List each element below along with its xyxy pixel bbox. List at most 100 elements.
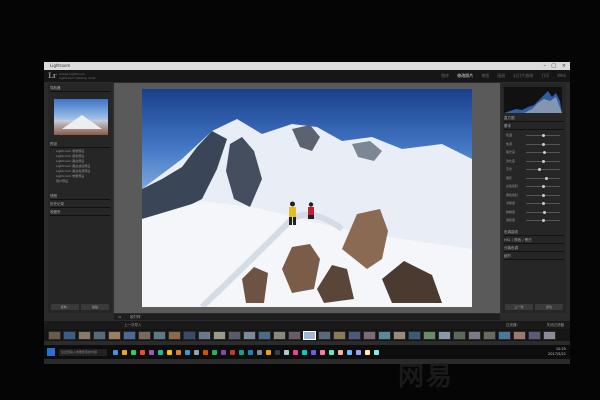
slider-knob[interactable]: [541, 193, 545, 197]
taskbar-app-icon[interactable]: [329, 349, 334, 355]
navigator-preview[interactable]: [54, 99, 108, 135]
slider-knob[interactable]: [543, 151, 547, 154]
filmstrip-thumbnail[interactable]: [528, 330, 541, 340]
filmstrip-thumbnail[interactable]: [273, 330, 286, 340]
taskbar-app-icon[interactable]: [302, 349, 307, 355]
module-web[interactable]: Web: [557, 73, 566, 79]
taskbar-app-icon[interactable]: [257, 349, 262, 355]
filmstrip-thumbnail[interactable]: [48, 330, 61, 340]
histogram[interactable]: [504, 87, 562, 113]
main-photo[interactable]: [142, 89, 472, 307]
taskbar-app-icon[interactable]: [275, 349, 280, 355]
slider-knob[interactable]: [543, 210, 547, 214]
slider-row[interactable]: 清晰度: [506, 201, 562, 206]
split-toning-header[interactable]: 分离色调: [504, 245, 564, 252]
taskbar-app-icon[interactable]: [248, 349, 253, 355]
filmstrip-thumbnail[interactable]: [288, 330, 301, 340]
filmstrip-source[interactable]: 上一次导入: [124, 321, 142, 329]
filmstrip-thumbnail[interactable]: [378, 330, 391, 340]
slider-knob[interactable]: [541, 185, 545, 188]
snapshots-header[interactable]: 快照: [50, 193, 110, 200]
previous-button[interactable]: 上一张: [505, 304, 533, 310]
module-library[interactable]: 图库: [441, 73, 449, 79]
filmstrip[interactable]: [44, 329, 570, 341]
slider-knob[interactable]: [541, 142, 545, 146]
filmstrip-thumbnail[interactable]: [438, 330, 451, 340]
slider-row[interactable]: 曝光度: [506, 150, 562, 155]
taskbar-app-icon[interactable]: [149, 349, 154, 355]
taskbar-app-icon[interactable]: [131, 349, 136, 355]
slider-knob[interactable]: [538, 168, 542, 171]
module-slideshow[interactable]: 幻灯片放映: [513, 73, 533, 79]
taskbar-app-icon[interactable]: [113, 349, 118, 355]
taskbar-app-icon[interactable]: [374, 349, 379, 355]
taskbar-app-icon[interactable]: [266, 349, 271, 355]
filmstrip-thumbnail[interactable]: [333, 330, 346, 340]
slider-track[interactable]: [526, 176, 560, 180]
slider-knob[interactable]: [541, 134, 545, 137]
slider-row[interactable]: 高光: [506, 167, 562, 172]
slider-row[interactable]: 黑色色阶: [506, 193, 562, 198]
filmstrip-thumbnail[interactable]: [408, 330, 421, 340]
slider-knob[interactable]: [541, 159, 545, 163]
filmstrip-thumbnail[interactable]: [213, 330, 226, 340]
filmstrip-thumbnail[interactable]: [123, 330, 136, 340]
filmstrip-thumbnail[interactable]: [483, 330, 496, 340]
filmstrip-thumbnail[interactable]: [78, 330, 91, 340]
slider-row[interactable]: 色调: [506, 142, 562, 147]
slider-track[interactable]: [526, 202, 560, 205]
taskbar-app-icon[interactable]: [356, 349, 361, 355]
detail-header[interactable]: 细节: [504, 253, 564, 260]
tone-curve-header[interactable]: 色调曲线: [504, 229, 564, 236]
module-develop[interactable]: 修改照片: [457, 73, 473, 79]
taskbar-clock[interactable]: 10:25 2017/5/21: [548, 347, 566, 357]
filmstrip-thumbnail[interactable]: [138, 330, 151, 340]
filmstrip-thumbnail[interactable]: [453, 330, 466, 340]
slider-row[interactable]: 色温: [506, 133, 562, 138]
slider-track[interactable]: [526, 134, 560, 137]
presets-header[interactable]: 预设: [50, 141, 110, 148]
taskbar-app-icon[interactable]: [194, 349, 199, 355]
basic-header[interactable]: 基本: [504, 123, 564, 130]
slider-track[interactable]: [526, 210, 560, 214]
maximize-button[interactable]: □: [551, 62, 556, 70]
history-header[interactable]: 历史记录: [50, 201, 110, 208]
taskbar-app-icon[interactable]: [365, 349, 370, 355]
filmstrip-thumbnail[interactable]: [468, 330, 481, 340]
slider-knob[interactable]: [544, 176, 548, 180]
filmstrip-thumbnail[interactable]: [198, 330, 211, 340]
slider-knob[interactable]: [541, 202, 545, 205]
slider-track[interactable]: [526, 159, 560, 163]
slider-track[interactable]: [526, 142, 560, 146]
taskbar-app-icon[interactable]: [284, 349, 289, 355]
preset-item[interactable]: 用户预设: [50, 179, 110, 184]
filmstrip-thumbnail[interactable]: [93, 330, 106, 340]
slider-track[interactable]: [526, 219, 560, 222]
filmstrip-thumbnail[interactable]: [168, 330, 181, 340]
filmstrip-thumbnail[interactable]: [258, 330, 271, 340]
taskbar-app-icon[interactable]: [311, 349, 316, 355]
slider-row[interactable]: 对比度: [506, 159, 562, 164]
slider-track[interactable]: [526, 185, 560, 188]
taskbar-app-icon[interactable]: [185, 349, 190, 355]
filmstrip-thumbnail[interactable]: [363, 330, 376, 340]
hsl-header[interactable]: HSL / 颜色 / 黑白: [504, 237, 564, 244]
copy-button[interactable]: 复制...: [51, 304, 79, 310]
soft-proofing-toggle[interactable]: 软打样: [130, 314, 141, 320]
filmstrip-thumbnail[interactable]: [153, 330, 166, 340]
filmstrip-thumbnail[interactable]: [228, 330, 241, 340]
slider-track[interactable]: [526, 193, 560, 197]
taskbar-app-icon[interactable]: [338, 349, 343, 355]
filmstrip-thumbnail[interactable]: [513, 330, 526, 340]
filmstrip-thumbnail[interactable]: [348, 330, 361, 340]
filmstrip-thumbnail[interactable]: [243, 330, 256, 340]
taskbar-app-icon[interactable]: [176, 349, 181, 355]
collections-header[interactable]: 收藏夹: [50, 209, 110, 216]
taskbar-app-icon[interactable]: [221, 349, 226, 355]
paste-button[interactable]: 粘贴: [81, 304, 109, 310]
filmstrip-thumbnail[interactable]: [498, 330, 511, 340]
taskbar-app-icon[interactable]: [140, 349, 145, 355]
filmstrip-thumbnail[interactable]: [183, 330, 196, 340]
filmstrip-thumbnail[interactable]: [318, 330, 331, 340]
slider-track[interactable]: [526, 168, 560, 171]
